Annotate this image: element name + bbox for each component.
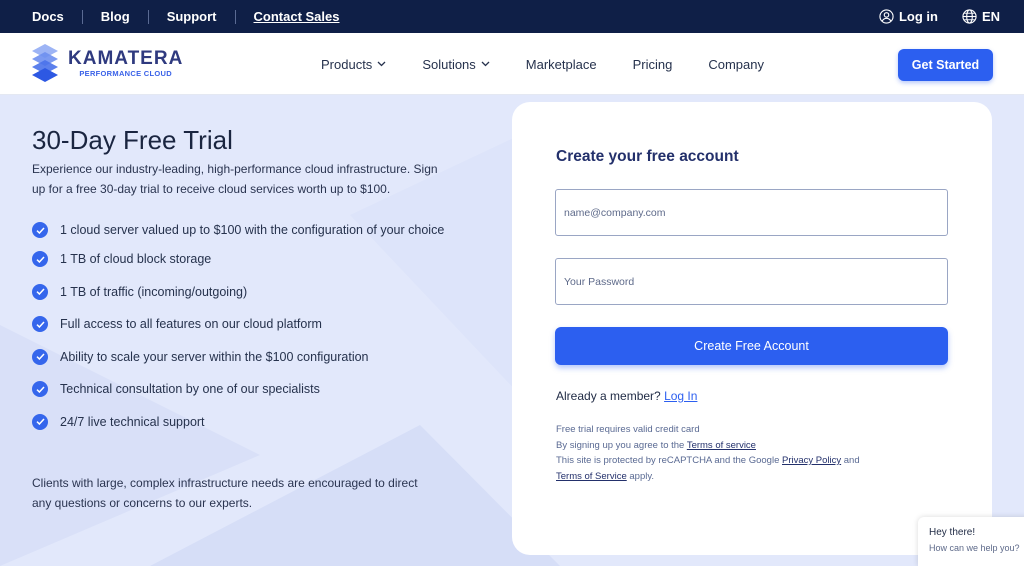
check-circle-icon xyxy=(32,283,48,300)
recaptcha-prefix: This site is protected by reCAPTCHA and … xyxy=(556,455,780,466)
benefit-text: Ability to scale your server within the … xyxy=(60,349,369,364)
menu-item-marketplace[interactable]: Marketplace xyxy=(526,57,597,72)
list-item: Ability to scale your server within the … xyxy=(32,348,452,366)
topbar-links: Docs Blog Support Contact Sales xyxy=(0,9,340,24)
chat-greeting: Hey there! xyxy=(929,527,976,538)
menu-item-company[interactable]: Company xyxy=(708,57,764,72)
globe-icon xyxy=(962,9,977,24)
menu-item-label: Solutions xyxy=(422,56,476,72)
list-item: 24/7 live technical support xyxy=(32,413,452,431)
topbar-link-support[interactable]: Support xyxy=(167,9,217,24)
create-account-button[interactable]: Create Free Account xyxy=(555,327,948,365)
benefit-text: 1 cloud server valued up to $100 with th… xyxy=(60,223,445,237)
benefits-list: 1 cloud server valued up to $100 with th… xyxy=(32,221,452,445)
brand-tagline: PERFORMANCE CLOUD xyxy=(79,68,172,78)
brand-logo[interactable]: KAMATERA PERFORMANCE CLOUD xyxy=(30,43,183,83)
divider xyxy=(81,9,83,24)
chevron-down-icon xyxy=(377,61,386,67)
benefit-text: 1 TB of traffic (incoming/outgoing) xyxy=(60,284,248,299)
check-circle-icon xyxy=(32,381,48,397)
intro-text: Experience our industry-leading, high-pe… xyxy=(32,162,438,196)
kamatera-logo-mark xyxy=(32,44,58,82)
recaptcha-terms: Terms of Service apply. xyxy=(556,469,860,485)
list-item: 1 cloud server valued up to $100 with th… xyxy=(32,221,452,239)
check-circle-icon xyxy=(32,413,48,430)
list-item: 1 TB of traffic (incoming/outgoing) xyxy=(32,283,452,301)
terms-notice: By signing up you agree to the Terms of … xyxy=(556,438,860,454)
topbar-link-contact-sales[interactable]: Contact Sales xyxy=(254,9,340,24)
password-field[interactable] xyxy=(556,259,947,304)
password-field-wrapper xyxy=(555,258,948,305)
menu-item-label: Marketplace xyxy=(525,56,597,72)
email-field-wrapper xyxy=(555,189,948,236)
recaptcha-notice: This site is protected by reCAPTCHA and … xyxy=(556,453,860,469)
login-link[interactable]: Log in xyxy=(879,9,938,24)
credit-card-notice: Free trial requires valid credit card xyxy=(556,424,700,435)
list-item: Technical consultation by one of our spe… xyxy=(32,380,452,398)
benefit-text: Technical consultation by one of our spe… xyxy=(60,382,320,396)
chevron-down-icon xyxy=(481,61,490,67)
menu-item-products[interactable]: Products xyxy=(321,57,386,72)
brand-name: KAMATERA xyxy=(68,47,184,69)
main-navigation: KAMATERA PERFORMANCE CLOUD Products Solu… xyxy=(0,33,1024,95)
fine-print: Free trial requires valid credit card By… xyxy=(556,422,860,484)
user-circle-icon xyxy=(879,9,894,24)
terms-of-service-link[interactable]: Terms of service xyxy=(687,440,756,451)
language-selector[interactable]: EN xyxy=(962,9,1000,24)
member-prompt: Already a member? xyxy=(556,389,661,403)
menu-item-solutions[interactable]: Solutions xyxy=(422,56,490,72)
signup-card: Create your free account Create Free Acc… xyxy=(512,102,992,555)
recaptcha-apply: apply. xyxy=(629,470,655,482)
menu-item-label: Products xyxy=(321,56,373,72)
terms-prefix: By signing up you agree to the xyxy=(556,439,685,451)
topbar-right: Log in EN xyxy=(879,0,1000,33)
main-menu: Products Solutions Marketplace Pricing C… xyxy=(321,33,800,95)
terms-of-service-link-2[interactable]: Terms of Service xyxy=(556,471,627,482)
topbar-link-blog[interactable]: Blog xyxy=(101,9,130,24)
check-circle-icon xyxy=(32,348,48,365)
list-item: 1 TB of cloud block storage xyxy=(32,250,452,268)
language-label: EN xyxy=(981,9,1000,24)
check-circle-icon xyxy=(32,222,48,238)
divider xyxy=(147,9,149,24)
get-started-button[interactable]: Get Started xyxy=(898,49,993,81)
member-login-row: Already a member? Log In xyxy=(556,389,697,403)
benefit-text: Full access to all features on our cloud… xyxy=(60,317,322,331)
benefit-text: 24/7 live technical support xyxy=(60,414,205,429)
brand-wordmark: KAMATERA PERFORMANCE CLOUD xyxy=(68,47,184,78)
check-circle-icon xyxy=(32,316,48,332)
menu-item-label: Pricing xyxy=(632,56,673,72)
privacy-policy-link[interactable]: Privacy Policy xyxy=(782,455,841,466)
signup-title: Create your free account xyxy=(556,148,739,165)
menu-item-pricing[interactable]: Pricing xyxy=(633,57,673,72)
top-utility-bar: Docs Blog Support Contact Sales Log in E xyxy=(0,0,1024,33)
page-title: 30-Day Free Trial xyxy=(32,125,233,155)
topbar-link-docs[interactable]: Docs xyxy=(32,9,64,24)
login-link-card[interactable]: Log In xyxy=(664,389,697,403)
email-field[interactable] xyxy=(556,190,947,235)
chat-widget[interactable]: Hey there! How can we help you? xyxy=(918,517,1024,566)
recaptcha-and: and xyxy=(843,455,860,466)
enterprise-note: Clients with large, complex infrastructu… xyxy=(32,476,418,510)
menu-item-label: Company xyxy=(708,56,764,72)
chat-prompt: How can we help you? xyxy=(929,543,1020,553)
benefit-text: 1 TB of cloud block storage xyxy=(60,252,212,266)
check-circle-icon xyxy=(32,251,48,267)
login-label: Log in xyxy=(898,9,938,24)
list-item: Full access to all features on our cloud… xyxy=(32,315,452,333)
divider xyxy=(234,9,236,24)
